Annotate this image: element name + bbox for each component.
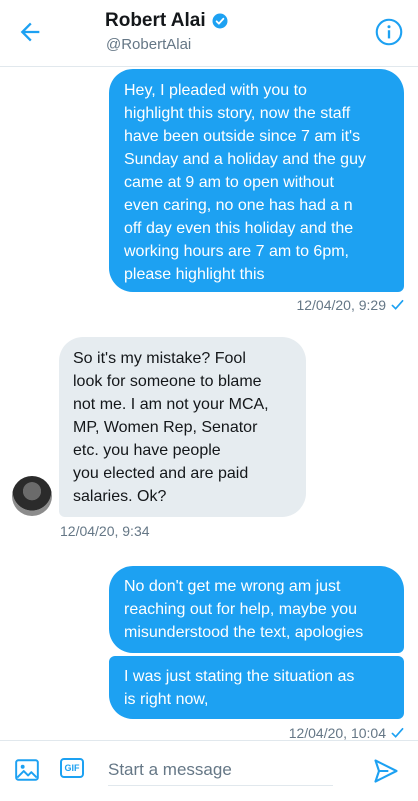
message-input[interactable]	[108, 755, 333, 786]
message-composer: GIF	[0, 740, 418, 801]
message-bubble-sent[interactable]: Hey, I pleaded with you to highlight thi…	[109, 69, 404, 292]
message-timestamp: 12/04/20, 9:29	[296, 297, 386, 313]
message-meta: 12/04/20, 9:29	[296, 297, 404, 313]
verified-badge-icon	[212, 13, 228, 29]
message-text: Hey, I pleaded with you to highlight thi…	[124, 82, 366, 283]
message-timestamp: 12/04/20, 9:34	[60, 523, 150, 539]
gif-button[interactable]: GIF	[60, 758, 84, 778]
send-icon[interactable]	[372, 757, 400, 785]
contact-handle: @RobertAlai	[106, 36, 192, 53]
contact-name-row[interactable]: Robert Alai	[105, 10, 229, 32]
message-timestamp: 12/04/20, 10:04	[288, 725, 386, 741]
contact-avatar[interactable]	[12, 476, 52, 516]
message-bubble-received[interactable]: So it's my mistake? Fool look for someon…	[59, 337, 306, 517]
image-icon[interactable]	[14, 757, 40, 783]
message-text: No don't get me wrong am just reaching o…	[124, 578, 364, 641]
read-check-icon	[391, 299, 404, 310]
back-arrow-icon[interactable]	[16, 18, 44, 46]
message-text: So it's my mistake? Fool look for someon…	[73, 350, 269, 505]
conversation-header: Robert Alai @RobertAlai	[0, 0, 418, 67]
message-bubble-sent[interactable]: I was just stating the situation as is r…	[109, 656, 404, 719]
message-meta: 12/04/20, 10:04	[289, 725, 404, 741]
info-icon[interactable]	[375, 18, 403, 46]
contact-name: Robert Alai	[105, 10, 206, 31]
message-bubble-sent[interactable]: No don't get me wrong am just reaching o…	[109, 566, 404, 653]
message-text: I was just stating the situation as is r…	[124, 668, 355, 708]
read-check-icon	[391, 727, 404, 738]
